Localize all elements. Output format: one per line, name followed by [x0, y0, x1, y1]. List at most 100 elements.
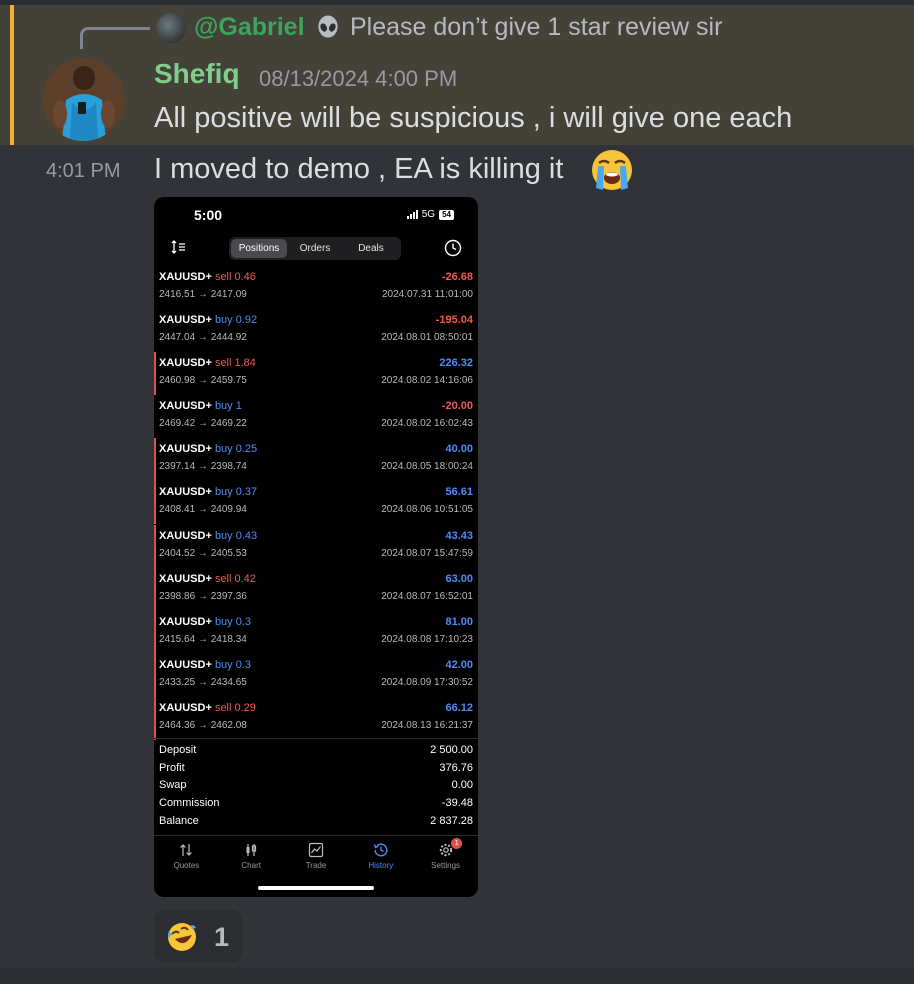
trade-direction: buy 0.43 [214, 529, 258, 542]
nav-label: Chart [241, 861, 261, 870]
trade-profit: 43.43 [445, 529, 473, 542]
summary-label: Deposit [159, 744, 197, 756]
trade-prices: 2460.98 → 2459.75 [159, 375, 247, 387]
trade-prices: 2398.86 → 2397.36 [159, 590, 247, 602]
trade-prices: 2433.25 → 2434.65 [159, 676, 247, 688]
trade-symbol-text: XAUUSD+ [159, 486, 212, 499]
quotes-icon [180, 844, 193, 856]
phone-clock: 5:00 [194, 207, 223, 223]
trade-direction: buy 0.3 [214, 658, 252, 671]
trade-prices: 2415.64 → 2418.34 [159, 633, 247, 645]
trade-profit: 40.00 [445, 443, 473, 456]
trade-symbol: XAUUSD+ buy 0.3 [159, 659, 251, 671]
trade-date: 2024.08.05 18:00:24 [381, 461, 473, 473]
nav-label: History [368, 861, 394, 870]
nav-history[interactable]: History [348, 836, 413, 875]
trade-symbol-text: XAUUSD+ [159, 572, 212, 585]
trade-symbol: XAUUSD+ sell 1.84 [159, 357, 256, 369]
chart-icon [246, 844, 257, 856]
trade-symbol-text: XAUUSD+ [159, 701, 212, 714]
reply-message-preview[interactable]: Please don’t give 1 star review sir [350, 13, 722, 42]
summary-row: Balance 2 837.28 [154, 815, 478, 833]
trade-profit: -20.00 [441, 400, 473, 413]
message-text: I moved to demo , EA is killing it [154, 153, 564, 185]
reply-author-name[interactable]: @Gabriel [194, 13, 305, 42]
summary-label: Profit [159, 761, 185, 774]
trade-row[interactable]: XAUUSD+ buy 0.3 2433.25 → 2434.65 42.00 … [154, 653, 478, 697]
sort-icon[interactable] [170, 239, 186, 255]
mention-bar [10, 5, 14, 145]
trade-row[interactable]: XAUUSD+ sell 0.29 2464.36 → 2462.08 66.1… [154, 696, 478, 740]
trade-prices: 2464.36 → 2462.08 [159, 719, 247, 731]
trade-direction: buy 0.3 [214, 615, 252, 628]
trade-list: XAUUSD+ sell 0.46 2416.51 → 2417.09 -26.… [154, 266, 478, 740]
trade-date: 2024.07.31 11:01:00 [381, 289, 473, 300]
phone-status-bar: 5G 54 [406, 209, 454, 220]
trade-row[interactable]: XAUUSD+ sell 1.84 2460.98 → 2459.75 226.… [154, 352, 478, 396]
trade-symbol: XAUUSD+ sell 0.46 [159, 271, 256, 283]
summary-row: Commission -39.48 [154, 797, 478, 815]
reply-avatar[interactable] [156, 13, 186, 43]
trade-symbol: XAUUSD+ buy 1 [159, 400, 242, 412]
nav-trade[interactable]: Trade [284, 836, 349, 875]
trade-profit: -26.68 [441, 271, 473, 283]
trade-marker [154, 610, 156, 654]
battery-icon: 54 [439, 209, 454, 220]
summary-row: Profit 376.76 [154, 762, 478, 780]
trade-row[interactable]: XAUUSD+ buy 0.43 2404.52 → 2405.53 43.43… [154, 524, 478, 568]
trade-marker [154, 653, 156, 697]
summary-value: 376.76 [439, 761, 473, 774]
trade-symbol-text: XAUUSD+ [159, 529, 212, 542]
trade-row[interactable]: XAUUSD+ sell 0.46 2416.51 → 2417.09 -26.… [154, 266, 478, 309]
trade-symbol: XAUUSD+ buy 0.3 [159, 616, 251, 628]
signal-icon [406, 210, 418, 219]
trade-row[interactable]: XAUUSD+ buy 0.3 2415.64 → 2418.34 81.00 … [154, 610, 478, 654]
trade-icon [308, 842, 324, 858]
clock-icon[interactable] [444, 239, 462, 257]
bottom-nav: Quotes Chart Trade History 1 Settings [154, 835, 478, 875]
summary-value: 2 837.28 [430, 814, 473, 827]
trade-row[interactable]: XAUUSD+ buy 0.25 2397.14 → 2398.74 40.00… [154, 438, 478, 482]
trade-date: 2024.08.02 14:16:06 [381, 375, 473, 387]
trade-direction: sell 0.46 [214, 271, 256, 283]
trade-symbol: XAUUSD+ buy 0.25 [159, 443, 257, 455]
tab-deals[interactable]: Deals [343, 239, 399, 258]
trade-row[interactable]: XAUUSD+ buy 0.92 2447.04 → 2444.92 -195.… [154, 309, 478, 352]
trade-prices: 2397.14 → 2398.74 [159, 461, 247, 473]
loudly-crying-face-icon [592, 150, 632, 190]
message-author[interactable]: Shefiq [154, 58, 240, 90]
history-tabs: Positions Orders Deals [229, 237, 401, 260]
nav-label: Trade [305, 861, 327, 870]
trade-row[interactable]: XAUUSD+ buy 1 2469.42 → 2469.22 -20.00 2… [154, 395, 478, 438]
trade-direction: sell 0.29 [214, 701, 256, 714]
trade-direction: sell 1.84 [214, 357, 256, 370]
trading-app-screenshot[interactable]: 5:00 5G 54 Positions Orders Deals XAUUSD… [154, 197, 478, 897]
avatar[interactable] [42, 58, 125, 141]
reply-spine [80, 27, 150, 49]
trade-profit: 42.00 [445, 658, 473, 671]
trade-date: 2024.08.07 15:47:59 [381, 547, 473, 559]
trade-symbol-text: XAUUSD+ [159, 615, 212, 628]
nav-quotes[interactable]: Quotes [154, 836, 219, 875]
network-label: 5G [421, 209, 436, 220]
trade-row[interactable]: XAUUSD+ sell 0.42 2398.86 → 2397.36 63.0… [154, 567, 478, 611]
trade-direction: sell 0.42 [214, 572, 256, 585]
trade-direction: buy 1 [214, 400, 242, 413]
summary-label: Swap [159, 779, 187, 792]
tab-positions[interactable]: Positions [231, 239, 287, 258]
nav-settings[interactable]: 1 Settings [413, 836, 478, 875]
nav-chart[interactable]: Chart [219, 836, 284, 875]
tab-orders[interactable]: Orders [287, 239, 343, 258]
nav-label: Settings [431, 861, 461, 870]
home-indicator [258, 886, 374, 890]
trade-prices: 2469.42 → 2469.22 [159, 418, 247, 430]
trade-symbol: XAUUSD+ buy 0.43 [159, 530, 257, 542]
trade-symbol: XAUUSD+ sell 0.42 [159, 573, 256, 585]
trade-date: 2024.08.01 08:50:01 [381, 332, 473, 344]
trade-row[interactable]: XAUUSD+ buy 0.37 2408.41 → 2409.94 56.61… [154, 481, 478, 525]
notification-badge: 1 [451, 838, 463, 849]
summary-row: Swap 0.00 [154, 779, 478, 797]
trade-direction: buy 0.92 [214, 314, 258, 327]
reaction-button[interactable]: 1 [154, 910, 242, 962]
summary-label: Balance [159, 814, 199, 827]
